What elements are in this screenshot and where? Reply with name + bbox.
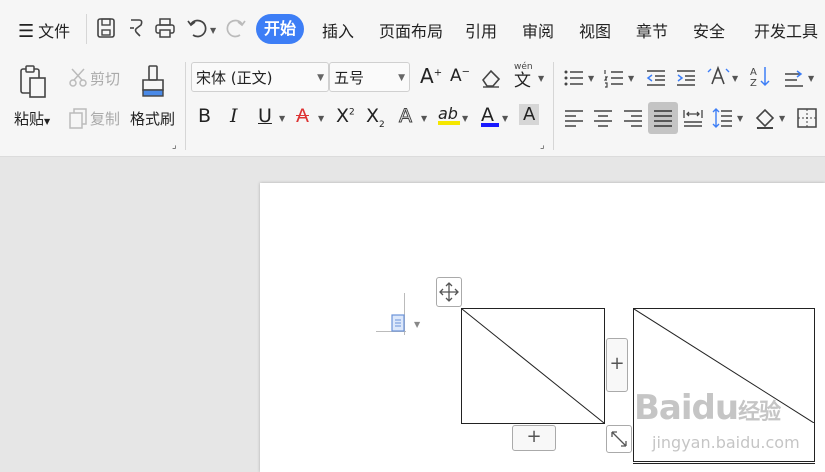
tab-security[interactable]: 安全: [693, 18, 725, 42]
decrease-indent-icon[interactable]: [644, 66, 668, 90]
svg-text:Z: Z: [750, 78, 757, 88]
divider: [185, 62, 186, 150]
paste-icon[interactable]: [18, 64, 48, 100]
align-right-icon[interactable]: [621, 106, 645, 130]
text-direction-dropdown-icon[interactable]: ▼: [732, 74, 738, 83]
table-move-handle[interactable]: [436, 277, 462, 307]
font-color-button[interactable]: A: [481, 104, 499, 127]
hamburger-icon: ☰: [18, 21, 35, 42]
tab-chapter[interactable]: 章节: [636, 18, 668, 42]
tab-view[interactable]: 视图: [579, 18, 611, 42]
clear-formatting-icon[interactable]: [479, 66, 503, 90]
strikethrough-dropdown-icon[interactable]: ▼: [318, 114, 324, 123]
divider: [553, 62, 554, 150]
text-effect-button[interactable]: A: [399, 105, 413, 128]
distribute-icon[interactable]: [681, 106, 705, 130]
copy-button[interactable]: 复制: [90, 108, 120, 129]
font-size-select[interactable]: 五号 ▼: [329, 62, 410, 92]
italic-button[interactable]: I: [230, 105, 238, 127]
highlight-button[interactable]: ab: [438, 104, 460, 125]
format-painter-button[interactable]: 格式刷: [130, 108, 175, 129]
shading-bucket-icon[interactable]: [753, 106, 777, 130]
underline-button[interactable]: U: [258, 105, 272, 127]
increase-indent-icon[interactable]: [674, 66, 698, 90]
subscript-button[interactable]: X2: [366, 105, 385, 130]
tab-references[interactable]: 引用: [465, 18, 497, 42]
paste-button[interactable]: 粘贴▼: [14, 108, 50, 129]
print-icon[interactable]: [153, 16, 177, 40]
numbering-dropdown-icon[interactable]: ▼: [628, 74, 634, 83]
move-icon: [439, 282, 459, 302]
line-spacing-icon[interactable]: [711, 106, 735, 130]
underline-dropdown-icon[interactable]: ▼: [279, 114, 285, 123]
borders-icon[interactable]: [795, 106, 819, 130]
copy-icon[interactable]: [66, 106, 90, 130]
tab-review[interactable]: 审阅: [522, 18, 554, 42]
paragraph-layout-icon[interactable]: [390, 313, 408, 333]
save-icon[interactable]: [94, 16, 118, 40]
shading-dropdown-icon[interactable]: ▼: [779, 114, 785, 123]
clipboard-dialog-launcher-icon[interactable]: ⌟: [172, 140, 177, 151]
scissors-icon[interactable]: [66, 66, 90, 90]
svg-text:A: A: [750, 67, 757, 78]
font-dialog-launcher-icon[interactable]: ⌟: [540, 140, 545, 151]
highlight-dropdown-icon[interactable]: ▼: [462, 114, 468, 123]
shrink-font-button[interactable]: A−: [450, 66, 470, 86]
phonetic-guide-button[interactable]: wén 文: [514, 60, 533, 90]
font-color-dropdown-icon[interactable]: ▼: [502, 114, 508, 123]
format-painter-icon[interactable]: [138, 64, 168, 100]
ribbon-toolbar: 粘贴▼ 剪切 复制 格式刷 ⌟ 宋体 (正文) ▼ 五号 ▼ A+ A− wén 文…: [0, 58, 825, 157]
bullet-dropdown-icon[interactable]: ▼: [588, 74, 594, 83]
export-icon[interactable]: [124, 16, 148, 40]
bold-button[interactable]: B: [198, 105, 211, 127]
paste-dropdown-icon: ▼: [44, 117, 51, 126]
justify-icon: [654, 110, 672, 127]
paragraph-layout-dropdown-icon[interactable]: ▼: [414, 320, 420, 329]
diagonal-line: [462, 309, 604, 423]
watermark-url: jingyan.baidu.com: [652, 433, 800, 452]
phonetic-dropdown-icon[interactable]: ▼: [538, 74, 544, 83]
numbered-list-icon[interactable]: [602, 66, 626, 90]
bullet-list-icon[interactable]: [562, 66, 586, 90]
chevron-down-icon: ▼: [317, 73, 324, 83]
text-effect-dropdown-icon[interactable]: ▼: [421, 114, 427, 123]
character-shading-button[interactable]: A: [519, 104, 540, 125]
justify-button[interactable]: [648, 102, 678, 134]
table-row-border: [633, 463, 815, 464]
table-cell-diagonal[interactable]: [461, 308, 605, 424]
redo-icon[interactable]: [224, 16, 248, 40]
tab-home[interactable]: 开始: [256, 14, 304, 44]
text-direction-icon[interactable]: [706, 64, 730, 88]
align-center-icon[interactable]: [591, 106, 615, 130]
add-column-button[interactable]: +: [606, 338, 628, 392]
resize-diagonal-icon: [611, 431, 627, 447]
menu-bar: ☰ 文件 ▼ 开始 插入 页面布局 引用 审阅 视图 章节 安全 开发工具: [0, 0, 825, 58]
baidu-watermark: Baidu经验: [634, 388, 781, 428]
show-hide-dropdown-icon[interactable]: ▼: [808, 74, 814, 83]
divider: [86, 14, 87, 44]
strikethrough-button[interactable]: A: [296, 105, 309, 127]
align-left-icon[interactable]: [562, 106, 586, 130]
tab-developer-tools[interactable]: 开发工具: [754, 18, 818, 42]
font-family-select[interactable]: 宋体 (正文) ▼: [191, 62, 329, 92]
line-spacing-dropdown-icon[interactable]: ▼: [737, 114, 743, 123]
document-page[interactable]: ▼ + + Baidu经验 jingyan.baidu.com: [260, 183, 825, 472]
superscript-button[interactable]: X2: [336, 105, 355, 127]
show-hide-marks-icon[interactable]: [782, 66, 806, 90]
cut-button[interactable]: 剪切: [90, 68, 120, 89]
sort-icon[interactable]: AZ: [748, 64, 772, 88]
tab-page-layout[interactable]: 页面布局: [379, 18, 443, 42]
grow-font-button[interactable]: A+: [420, 64, 442, 88]
file-menu[interactable]: ☰ 文件: [18, 18, 70, 42]
chevron-down-icon: ▼: [398, 73, 405, 83]
undo-icon[interactable]: [185, 16, 209, 40]
add-row-button[interactable]: +: [512, 425, 556, 451]
table-resize-handle[interactable]: [606, 425, 632, 453]
undo-dropdown-icon[interactable]: ▼: [210, 26, 216, 35]
tab-insert[interactable]: 插入: [322, 18, 354, 42]
